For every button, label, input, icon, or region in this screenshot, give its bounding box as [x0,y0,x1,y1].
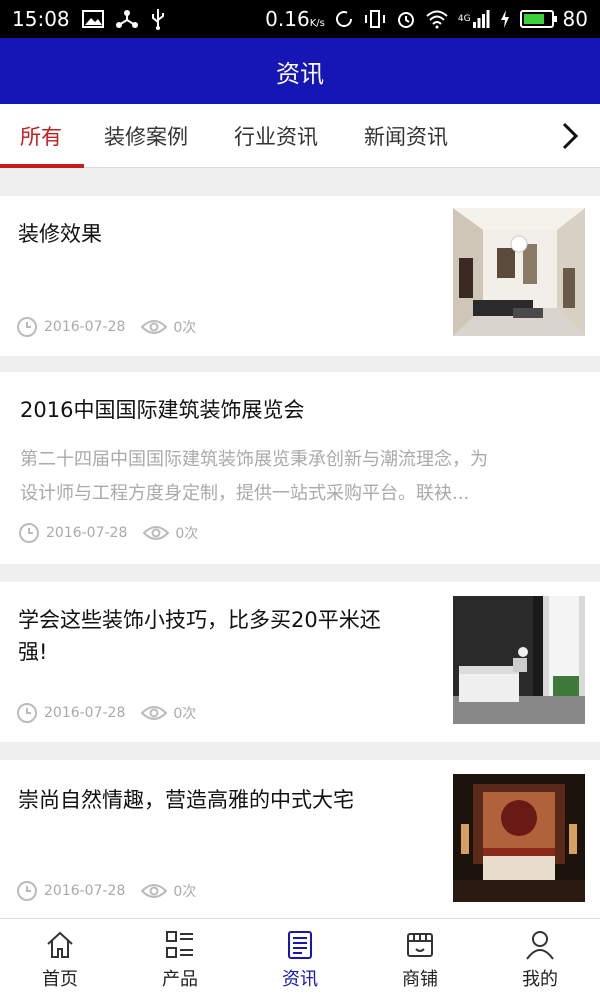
tab-industry-news[interactable]: 行业资讯 [234,104,318,168]
nav-label: 商铺 [402,969,438,990]
sync-icon [334,8,354,30]
usb-icon [150,8,166,30]
news-date: 2016-07-28 [46,525,128,541]
news-title: 2016中国国际建筑装饰展览会 [20,398,305,422]
vibrate-icon [363,8,387,30]
news-icon [288,931,312,959]
status-time: 15:08 [12,7,70,31]
nav-home[interactable]: 首页 [0,919,120,1000]
news-item[interactable]: 崇尚自然情趣，营造高雅的中式大宅 2016-07-28 0次 [0,760,600,918]
news-item[interactable]: 学会这些装饰小技巧，比多买20平米还 强! 2016-07-28 0次 [0,582,600,742]
news-thumbnail[interactable] [453,596,585,724]
news-views: 0次 [173,706,197,722]
nav-me[interactable]: 我的 [480,919,600,1000]
image-icon [81,8,104,30]
news-title-continued: 强! [18,640,48,664]
clock-icon [17,703,37,723]
active-tab-indicator [0,164,84,168]
news-summary: 设计师与工程方度身定制，提供一站式采购平台。联袂... [20,483,470,504]
shop-icon [407,933,433,957]
news-thumbnail[interactable] [453,208,585,336]
tab-decoration-cases[interactable]: 装修案例 [104,104,188,168]
news-meta: 2016-07-28 0次 [16,880,196,902]
cell-signal-icon: 4G [458,8,490,30]
nav-label: 资讯 [282,969,318,990]
grid-list-icon [166,931,193,958]
eye-icon [143,526,170,540]
chevron-right-icon[interactable] [552,118,588,154]
app-bar: 资讯 [0,38,600,104]
news-item[interactable]: 装修效果 2016-07-28 0次 [0,196,600,356]
eye-icon [141,884,168,898]
news-meta: 2016-07-28 0次 [18,522,198,544]
news-views: 0次 [175,526,199,542]
news-meta: 2016-07-28 0次 [16,702,196,724]
battery-percent: 80 [562,7,588,31]
eye-icon [141,706,168,720]
news-item[interactable]: 2016中国国际建筑装饰展览会 第二十四届中国国际建筑装饰展览秉承创新与潮流理念… [0,372,600,564]
clock-icon [19,523,39,543]
nav-news[interactable]: 资讯 [240,919,360,1000]
tab-news[interactable]: 新闻资讯 [364,104,448,168]
clock-icon [17,881,37,901]
charging-icon [499,8,511,30]
clock-icon [17,317,37,337]
news-thumbnail[interactable] [453,774,585,902]
user-icon [526,931,554,960]
nav-products[interactable]: 产品 [120,919,240,1000]
bottom-nav: 首页 产品 资讯 商铺 我的 [0,918,600,1000]
status-bar: 15:08 0.16K/s 4G 80 [0,0,600,38]
wifi-icon [425,8,449,30]
share-icon [115,8,138,30]
news-summary: 第二十四届中国国际建筑装饰展览秉承创新与潮流理念，为 [20,449,488,470]
page-title: 资讯 [276,59,324,88]
nav-label: 产品 [162,969,198,990]
alarm-icon [396,8,416,30]
eye-icon [141,320,168,334]
news-views: 0次 [173,884,197,900]
news-date: 2016-07-28 [44,705,126,721]
news-title: 装修效果 [18,222,102,246]
tab-all[interactable]: 所有 [20,104,62,168]
news-views: 0次 [173,320,197,336]
category-tabs: 所有 装修案例 行业资讯 新闻资讯 [0,104,600,168]
nav-shop[interactable]: 商铺 [360,919,480,1000]
news-date: 2016-07-28 [44,319,126,335]
nav-label: 我的 [522,969,558,990]
battery-icon [519,10,557,28]
news-title: 崇尚自然情趣，营造高雅的中式大宅 [18,788,354,812]
home-icon [47,931,73,958]
nav-label: 首页 [42,969,78,990]
news-title: 学会这些装饰小技巧，比多买20平米还 [18,608,381,632]
network-speed: 0.16K/s [265,7,325,31]
news-meta: 2016-07-28 0次 [16,316,196,338]
news-date: 2016-07-28 [44,883,126,899]
